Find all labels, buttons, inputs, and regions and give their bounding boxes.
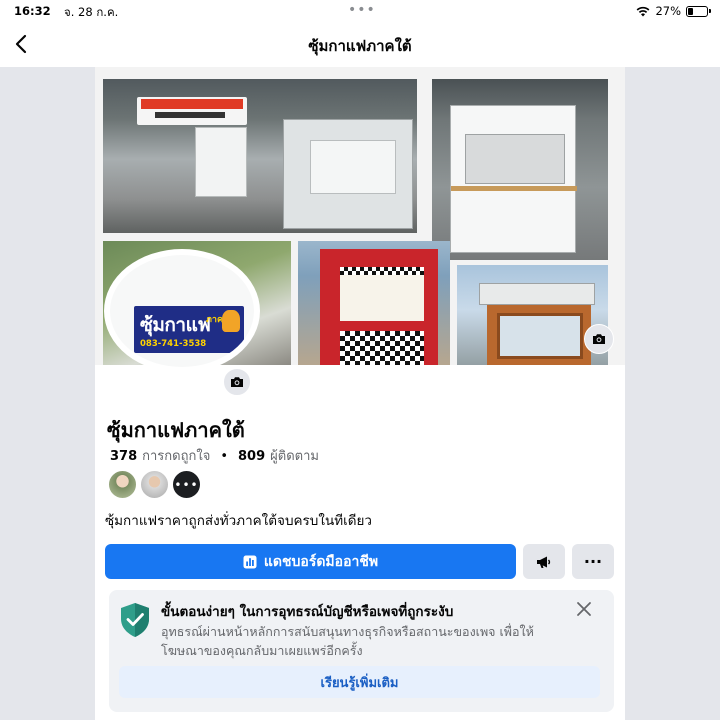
multitasking-dots-icon[interactable]: •••	[348, 2, 376, 18]
professional-dashboard-button[interactable]: แดชบอร์ดมืออาชีพ	[105, 544, 516, 579]
notice-body: อุทธรณ์ผ่านหน้าหลักการสนับสนุนทางธุรกิจห…	[161, 624, 534, 658]
shop-sign-sub	[155, 112, 225, 118]
battery-fill	[688, 7, 693, 15]
avatar: ซุ้มกาแฟ ภาคใต้ 083-741-3538	[110, 255, 254, 367]
cover-photo-kiosks	[103, 79, 417, 233]
megaphone-icon	[537, 556, 551, 568]
mascot-icon	[222, 310, 240, 332]
camera-icon[interactable]	[584, 324, 614, 354]
cover-photo-white-booth	[432, 79, 608, 260]
nav-bar: ซุ้มกาแฟภาคใต้	[0, 22, 720, 67]
notice-title: ขั้นตอนง่ายๆ ในการอุทธรณ์บัญชีหรือเพจที่…	[161, 604, 454, 620]
camera-glyph	[593, 334, 605, 344]
status-time: 16:32	[14, 4, 51, 18]
battery-percent: 27%	[655, 4, 681, 18]
avatar[interactable]	[140, 470, 169, 499]
avatar[interactable]	[108, 470, 137, 499]
followers-count[interactable]: 809	[238, 449, 265, 464]
dashboard-label: แดชบอร์ดมืออาชีพ	[263, 553, 379, 570]
more-friends-button[interactable]: •••	[172, 470, 201, 499]
kiosk-small	[195, 127, 247, 197]
logo-title: ซุ้มกาแฟ	[140, 314, 211, 336]
bar-chart-icon	[243, 555, 257, 568]
battery-icon	[686, 5, 711, 17]
nav-title: ซุ้มกาแฟภาคใต้	[308, 37, 412, 55]
page-stats: 378 การกดถูกใจ • 809 ผู้ติดตาม	[110, 445, 319, 466]
shop-sign-text	[141, 99, 243, 109]
close-icon[interactable]	[575, 600, 593, 618]
shield-icon	[121, 603, 149, 637]
page-logo: ซุ้มกาแฟ ภาคใต้ 083-741-3538	[134, 306, 244, 353]
logo-phone: 083-741-3538	[140, 339, 207, 349]
cover-photo-red-booth	[298, 241, 450, 365]
booth-window	[340, 275, 424, 321]
status-bar: 16:32 จ. 28 ก.ค. ••• 27%	[0, 0, 720, 22]
wifi-icon	[637, 6, 650, 16]
profile-picture[interactable]: ซุ้มกาแฟ ภาคใต้ 083-741-3538	[104, 249, 260, 373]
appeal-notice-card: ขั้นตอนง่ายๆ ในการอุทธรณ์บัญชีหรือเพจที่…	[109, 590, 614, 712]
page-title: ซุ้มกาแฟภาคใต้	[107, 418, 245, 442]
status-date: จ. 28 ก.ค.	[64, 5, 119, 19]
followers-label[interactable]: ผู้ติดตาม	[270, 445, 319, 466]
friends-avatars[interactable]: •••	[108, 470, 201, 499]
cover-photo-wood-booth	[457, 265, 608, 365]
booth-roof	[479, 283, 595, 305]
white-booth	[450, 105, 577, 253]
kiosk-large	[283, 119, 413, 229]
camera-glyph	[231, 377, 243, 387]
learn-more-button[interactable]: เรียนรู้เพิ่มเติม	[119, 666, 600, 698]
camera-icon[interactable]	[222, 367, 252, 397]
page-bio: ซุ้มกาแฟราคาถูกส่งทั่วภาคใต้จบครบในทีเดี…	[105, 513, 372, 529]
likes-label[interactable]: การกดถูกใจ	[142, 445, 210, 466]
likes-count[interactable]: 378	[110, 449, 137, 464]
stats-separator: •	[220, 449, 228, 464]
checker-trim	[340, 267, 424, 275]
booth-wall	[487, 305, 591, 365]
more-options-button[interactable]: ···	[572, 544, 614, 579]
checker-panel	[340, 331, 424, 365]
status-right: 27%	[636, 4, 711, 18]
promote-button[interactable]	[523, 544, 565, 579]
